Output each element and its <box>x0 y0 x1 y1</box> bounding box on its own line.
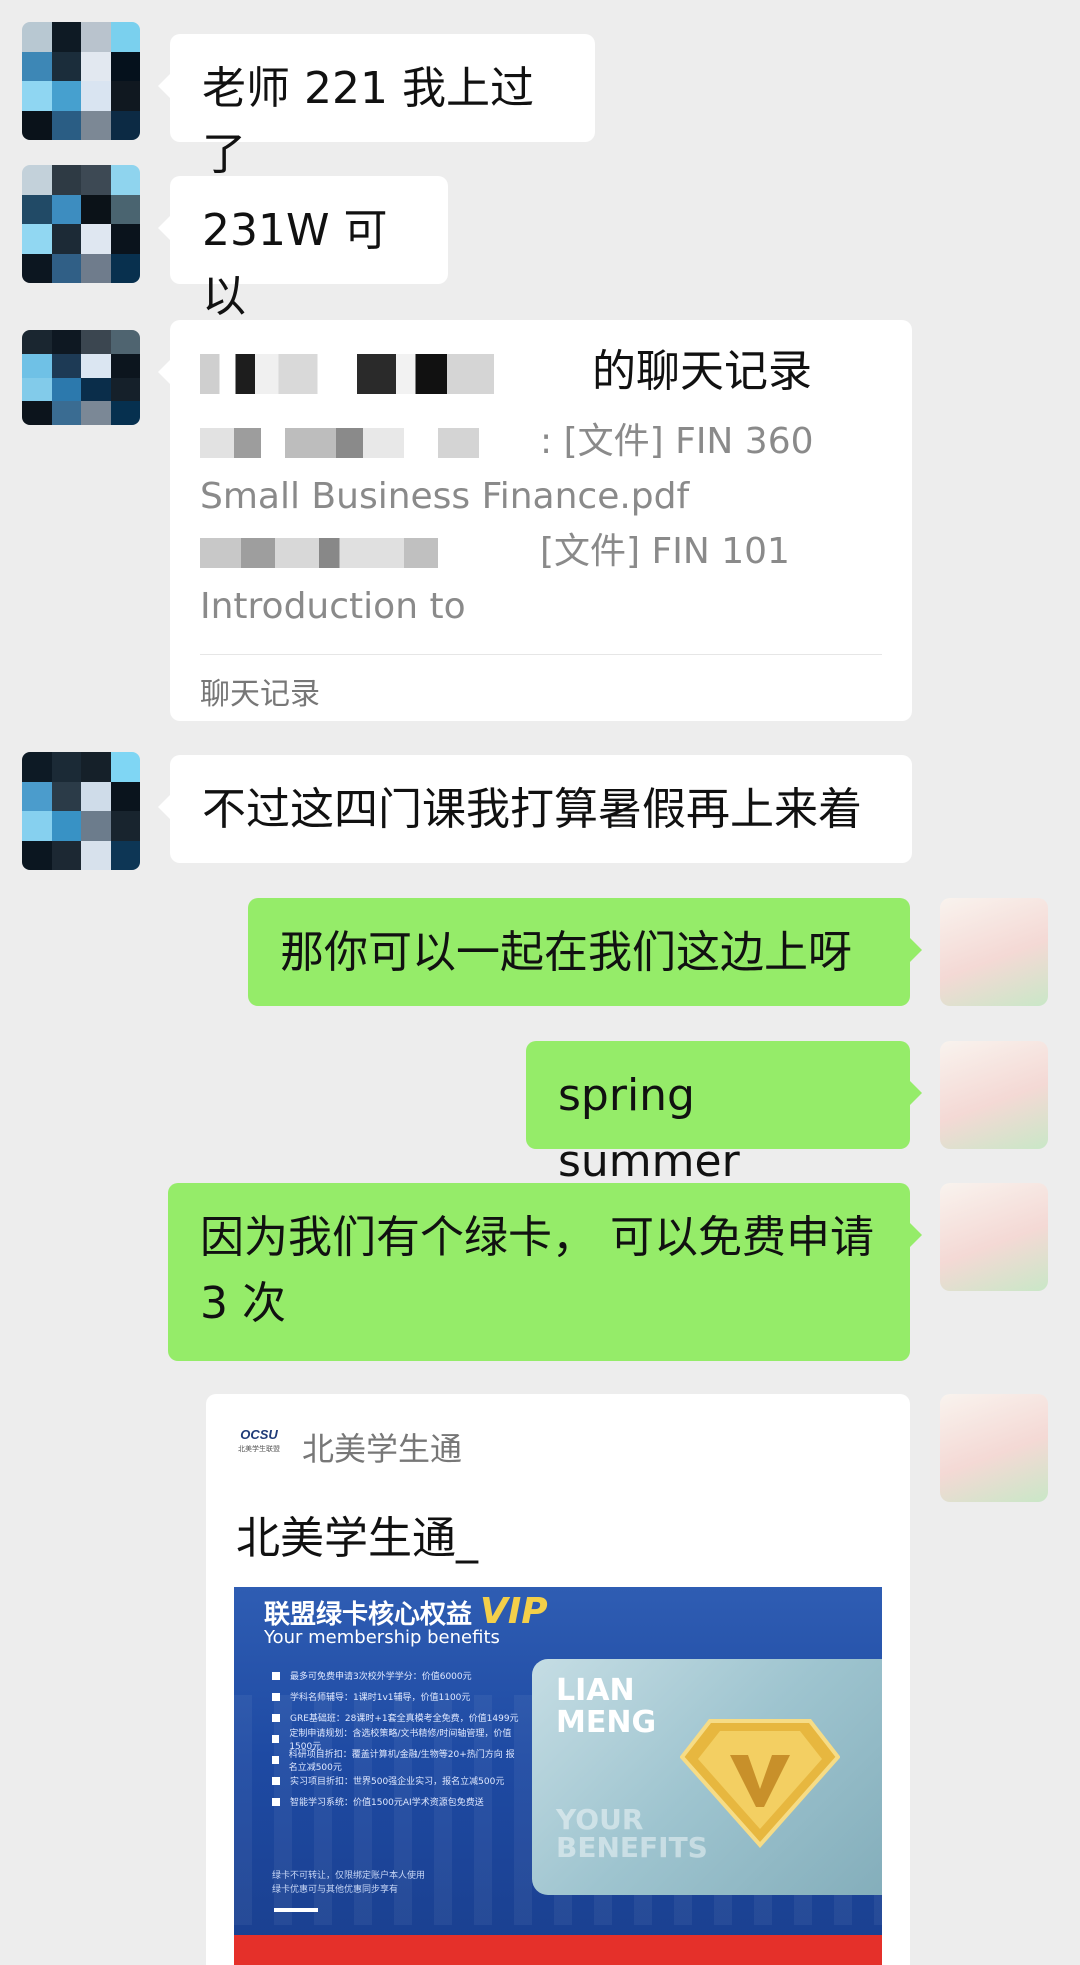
banner-notes: 绿卡不可转让，仅限绑定账户本人使用 绿卡优惠可与其他优惠同步享有 <box>272 1871 426 1895</box>
link-card-source-name: 北美学生通 <box>302 1430 463 1468</box>
banner-underline <box>274 1908 318 1912</box>
benefit-item: 学科名师辅导：1课时1v1辅导，价值1100元 <box>272 1686 522 1707</box>
checkbox-icon <box>272 1797 280 1806</box>
checkbox-icon <box>272 1755 279 1764</box>
redacted-name <box>200 354 592 394</box>
message-bubble-self[interactable]: spring summer <box>526 1041 922 1187</box>
benefit-text: 智能学习系统：价值1500元AI学术资源包免费送 <box>290 1798 484 1808</box>
message-text: 因为我们有个绿卡， 可以免费申请 3 次 <box>200 1212 874 1329</box>
message-bubble[interactable]: 231W 可以 <box>158 176 448 322</box>
chat-history-footer: 聊天记录 <box>200 677 320 712</box>
self-avatar[interactable] <box>940 1183 1048 1291</box>
self-avatar[interactable] <box>940 1041 1048 1149</box>
contact-avatar[interactable] <box>22 752 140 870</box>
message-bubble[interactable]: 不过这四门课我打算暑假再上来着 <box>158 755 912 863</box>
checkbox-icon <box>272 1713 280 1722</box>
benefit-list: 最多可免费申请3次校外学学分：价值6000元 学科名师辅导：1课时1v1辅导，价值… <box>272 1665 522 1812</box>
link-card[interactable]: OCSU 北美学生联盟 北美学生通 北美学生通_ 联盟绿卡核心权益 VIP Yo… <box>206 1394 910 1965</box>
link-card-title: 北美学生通_ <box>236 1513 478 1564</box>
link-card-source: OCSU 北美学生联盟 北美学生通 <box>236 1424 462 1470</box>
message-bubble[interactable]: 老师 221 我上过了 <box>158 34 595 180</box>
message-text: spring summer <box>558 1070 740 1187</box>
benefit-item: 最多可免费申请3次校外学学分：价值6000元 <box>272 1665 522 1686</box>
checkbox-icon <box>272 1776 280 1785</box>
checkbox-icon <box>272 1734 280 1743</box>
contact-avatar[interactable] <box>22 330 140 425</box>
benefit-item: 科研项目折扣：覆盖计算机/金融/生物等20+热门方向 报名立减500元 <box>272 1749 522 1773</box>
message-bubble-self[interactable]: 因为我们有个绿卡， 可以免费申请 3 次 <box>168 1183 922 1361</box>
message-text: 老师 221 我上过了 <box>202 63 534 180</box>
ocsu-logo: OCSU 北美学生联盟 <box>238 1427 280 1453</box>
benefit-item: 智能学习系统：价值1500元AI学术资源包免费送 <box>272 1791 522 1812</box>
self-avatar[interactable] <box>940 1394 1048 1502</box>
redacted-name <box>200 538 540 568</box>
gold-v-diamond-icon <box>680 1719 840 1849</box>
benefit-item: 实习项目折扣：世界500强企业实习，报名立减500元 <box>272 1770 522 1791</box>
contact-avatar[interactable] <box>22 165 140 283</box>
message-text: 不过这四门课我打算暑假再上来着 <box>202 784 862 835</box>
banner-bottom-strip <box>234 1935 882 1965</box>
chat-history-card[interactable]: 的聊天记录 : [文件] FIN 360 Small Business Fina… <box>158 320 912 721</box>
link-card-banner-image: 联盟绿卡核心权益 VIP Your membership benefits 最多… <box>234 1587 882 1965</box>
message-bubble-self[interactable]: 那你可以一起在我们这边上呀 <box>248 898 922 1006</box>
benefit-text: 科研项目折扣：覆盖计算机/金融/生物等20+热门方向 报名立减500元 <box>288 1749 515 1773</box>
benefit-text: 学科名师辅导：1课时1v1辅导，价值1100元 <box>290 1693 471 1703</box>
benefit-text: GRE基础班：28课时+1套全真模考全免费，价值1499元 <box>290 1714 519 1724</box>
benefit-text: 实习项目折扣：世界500强企业实习，报名立减500元 <box>290 1777 505 1787</box>
banner-heading-row: 联盟绿卡核心权益 VIP <box>264 1591 548 1632</box>
message-text: 那你可以一起在我们这边上呀 <box>280 927 852 978</box>
chat-history-line: Introduction to <box>200 586 466 627</box>
chat-history-line: [文件] FIN 101 <box>200 524 882 579</box>
checkbox-icon <box>272 1671 280 1680</box>
message-text: 231W 可以 <box>202 205 388 322</box>
benefit-text: 最多可免费申请3次校外学学分：价值6000元 <box>290 1672 472 1682</box>
checkbox-icon <box>272 1692 280 1701</box>
membership-card: LIAN MENG YOUR BENEFITS <box>532 1659 882 1895</box>
self-avatar[interactable] <box>940 898 1048 1006</box>
chat-history-line: Small Business Finance.pdf <box>200 476 690 517</box>
chat-history-title: 的聊天记录 <box>200 342 882 402</box>
contact-avatar[interactable] <box>22 22 140 140</box>
chat-history-line: : [文件] FIN 360 <box>200 414 882 469</box>
banner-subheading: Your membership benefits <box>264 1627 500 1648</box>
redacted-name <box>200 428 540 458</box>
